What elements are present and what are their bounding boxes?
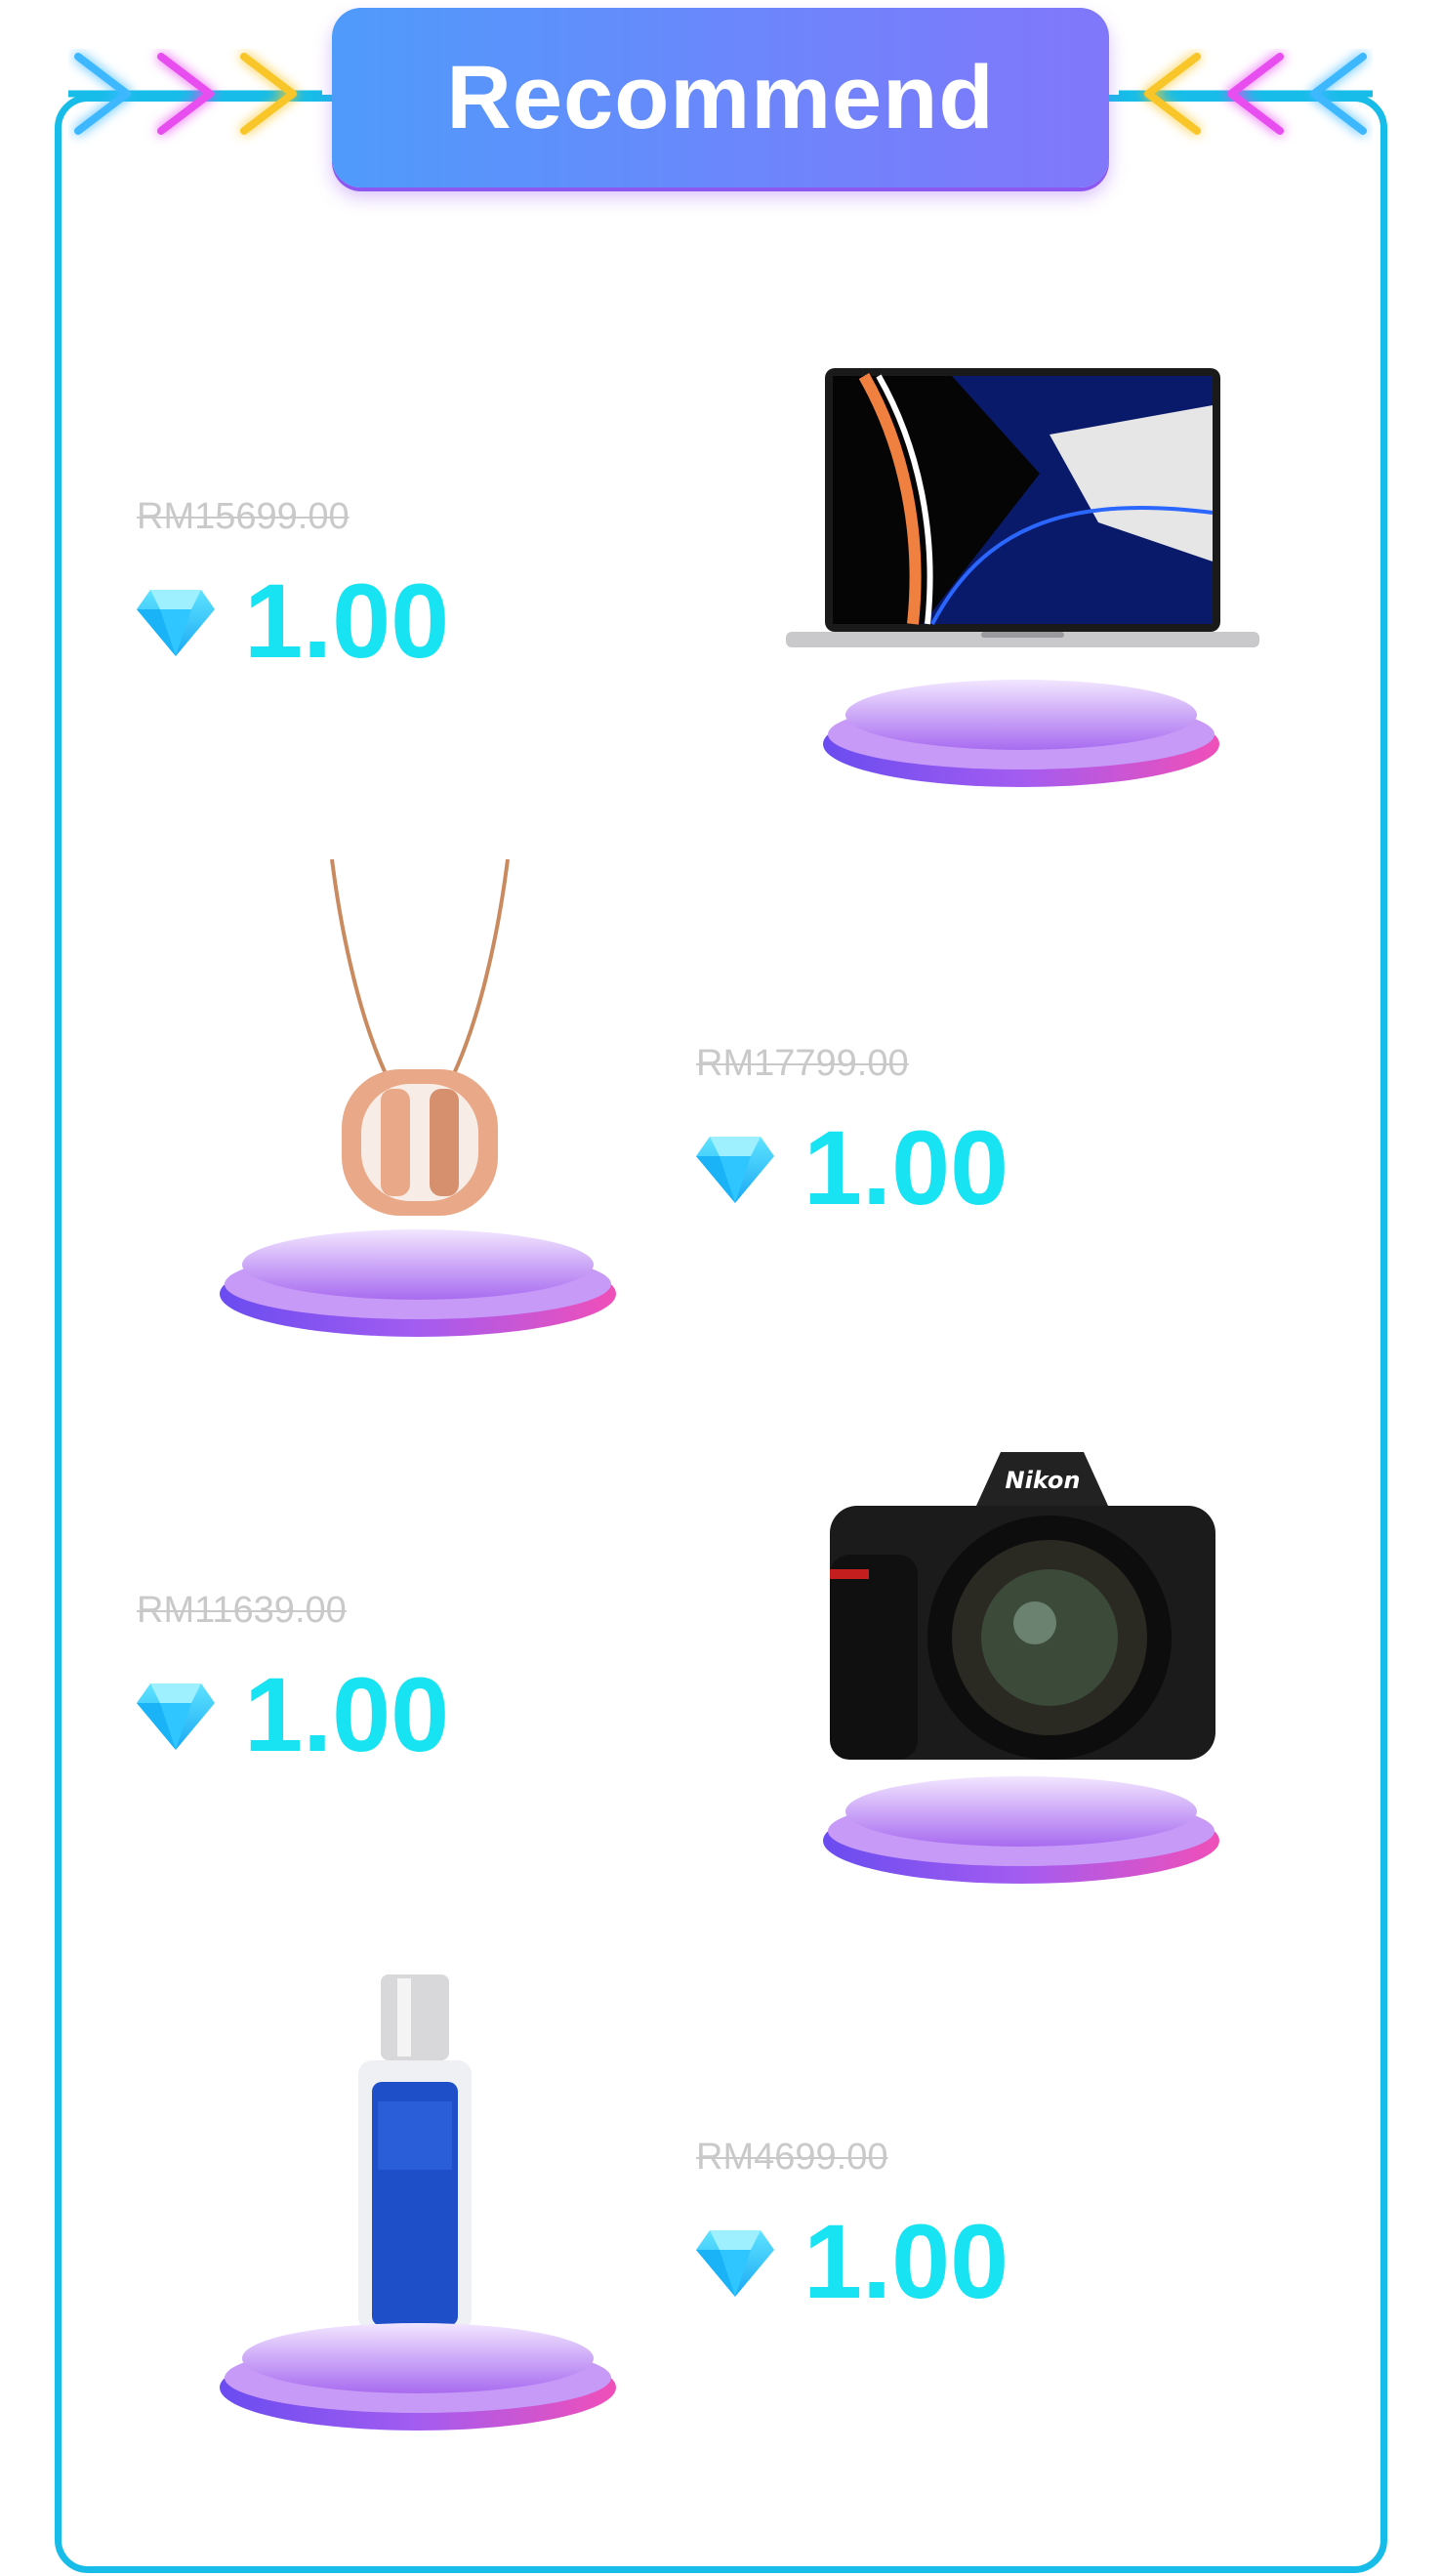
price-value: 1.00	[803, 1108, 1009, 1226]
original-price: RM15699.00	[137, 496, 350, 537]
laptop-image[interactable]	[786, 366, 1259, 659]
diamond-icon	[696, 2230, 774, 2297]
page-title: Recommend	[446, 47, 995, 147]
title-banner: Recommend	[332, 8, 1109, 187]
serum-bottle-image[interactable]	[356, 1974, 473, 2331]
price-value: 1.00	[244, 1655, 450, 1773]
diamond-icon	[137, 590, 215, 656]
sale-price: 1.00	[696, 2209, 1009, 2314]
sale-price: 1.00	[696, 1115, 1009, 1221]
sale-price: 1.00	[137, 568, 449, 674]
pedestal	[220, 1229, 616, 1337]
original-price: RM17799.00	[696, 1043, 909, 1084]
svg-text:Nikon: Nikon	[1006, 1467, 1081, 1494]
pedestal	[823, 680, 1219, 787]
necklace-image[interactable]	[322, 859, 517, 1221]
pedestal	[220, 2323, 616, 2431]
camera-image[interactable]: Nikon	[830, 1447, 1215, 1765]
chevron-decoration-right	[1119, 53, 1373, 135]
price-value: 1.00	[244, 561, 450, 680]
sale-price: 1.00	[137, 1662, 449, 1767]
pedestal	[823, 1776, 1219, 1884]
diamond-icon	[696, 1137, 774, 1203]
chevron-decoration-left	[68, 53, 322, 135]
original-price: RM11639.00	[137, 1590, 347, 1631]
original-price: RM4699.00	[696, 2137, 888, 2178]
price-value: 1.00	[803, 2202, 1009, 2320]
diamond-icon	[137, 1683, 215, 1750]
